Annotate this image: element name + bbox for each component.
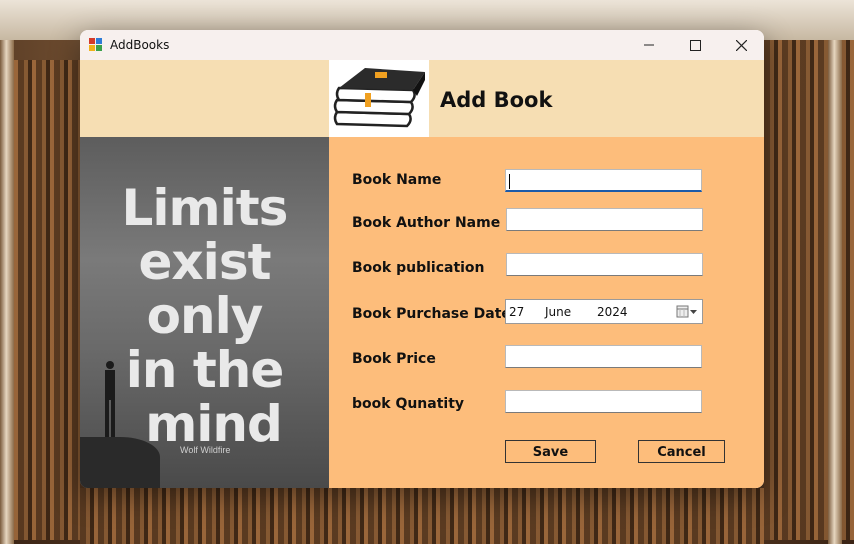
motivational-poster-image: Limits exist only in the mind Wolf Wildf… <box>80 137 329 488</box>
book-author-name-label: Book Author Name <box>352 215 501 231</box>
save-button[interactable]: Save <box>505 440 596 463</box>
minimize-icon <box>644 44 654 46</box>
poster-text: exist <box>138 233 272 291</box>
book-author-name-input[interactable] <box>506 208 703 231</box>
date-month: June <box>545 305 572 319</box>
books-stack-icon <box>329 60 429 137</box>
background-column <box>0 40 14 544</box>
title-bar[interactable]: AddBooks <box>80 30 764 60</box>
book-quantity-label: book Qunatity <box>352 396 465 412</box>
book-price-input[interactable] <box>505 345 702 368</box>
background-bookshelf-bottom <box>80 488 764 544</box>
maximize-button[interactable] <box>672 30 718 60</box>
background-column <box>828 40 842 544</box>
page-title: Add Book <box>440 88 553 112</box>
app-icon <box>89 38 103 52</box>
poster-rock <box>80 437 160 488</box>
window-title: AddBooks <box>110 38 170 52</box>
close-icon <box>735 39 747 51</box>
book-purchase-date-picker[interactable]: 27 June 2024 <box>505 299 703 324</box>
maximize-icon <box>689 39 701 51</box>
poster-text: Limits <box>121 179 289 237</box>
header-band: Add Book <box>80 60 764 137</box>
cancel-button[interactable]: Cancel <box>638 440 725 463</box>
book-quantity-input[interactable] <box>505 390 702 413</box>
calendar-dropdown-icon[interactable] <box>676 305 698 319</box>
poster-author: Wolf Wildfire <box>180 445 231 455</box>
addbooks-window: AddBooks Add Book Limits exist only in t… <box>80 30 764 488</box>
book-publication-input[interactable] <box>506 253 703 276</box>
add-book-form: Book Name Book Author Name Book publicat… <box>329 137 764 488</box>
date-year: 2024 <box>597 305 628 319</box>
person-silhouette-icon <box>105 361 115 437</box>
book-publication-label: Book publication <box>352 260 485 276</box>
close-button[interactable] <box>718 30 764 60</box>
book-price-label: Book Price <box>352 351 436 367</box>
text-caret <box>509 174 510 189</box>
date-day: 27 <box>509 305 525 319</box>
book-name-input[interactable] <box>505 169 702 192</box>
book-name-label: Book Name <box>352 172 442 188</box>
minimize-button[interactable] <box>626 30 672 60</box>
poster-text: only <box>146 287 264 345</box>
book-purchase-date-label: Book Purchase Date <box>352 306 511 322</box>
